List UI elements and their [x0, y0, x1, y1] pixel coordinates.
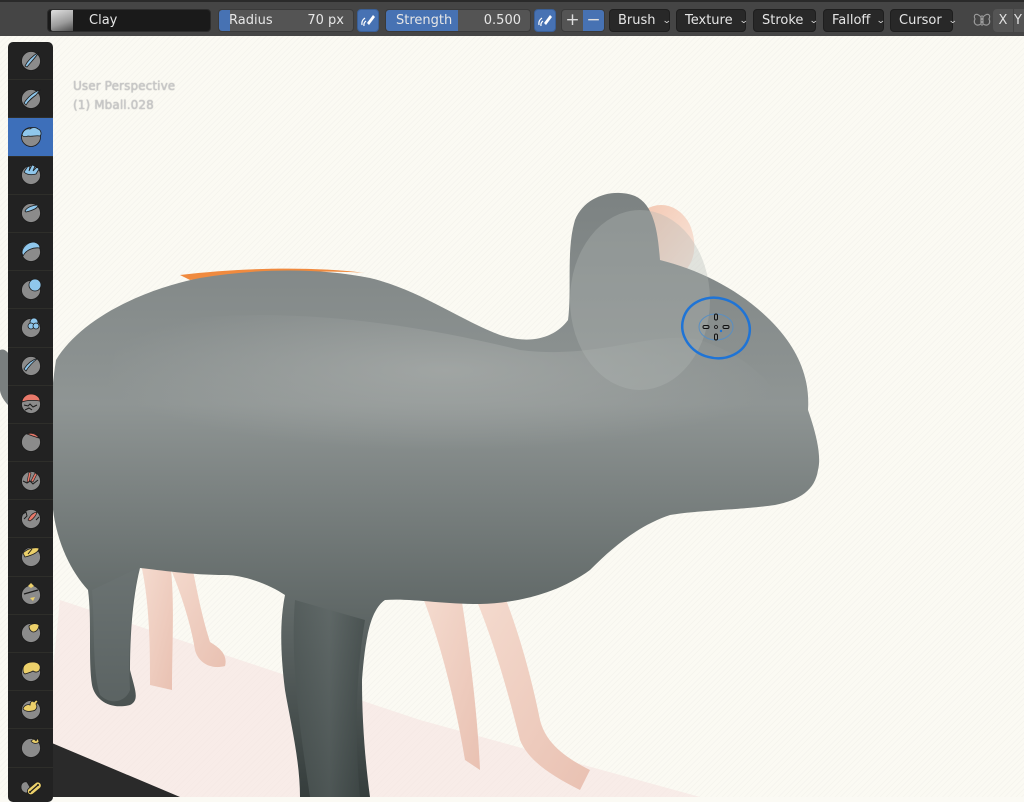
- menu-brush[interactable]: Brush ⌄: [609, 9, 672, 32]
- snake-hook-brush-icon: [20, 699, 41, 720]
- 3d-viewport[interactable]: User Perspective (1) Mball.028: [0, 36, 1024, 797]
- thumb-brush-icon: [20, 737, 41, 758]
- clay-thumb-brush-icon: [20, 203, 41, 224]
- pen-pressure-icon: [361, 14, 375, 26]
- tool-scrape[interactable]: [8, 500, 53, 539]
- head-highlight: [570, 210, 710, 390]
- viewport-scene: [0, 192, 820, 797]
- tool-thumb[interactable]: [8, 729, 53, 768]
- chevron-down-icon: ⌄: [738, 15, 749, 26]
- radius-value: 70 px: [307, 13, 344, 28]
- tool-clay-strips[interactable]: [8, 157, 53, 195]
- butterfly-symmetry-icon: [973, 13, 991, 27]
- direction-subtract-button[interactable]: −: [583, 10, 604, 31]
- layer-brush-icon: [20, 241, 41, 262]
- draw-brush-icon: [20, 50, 41, 71]
- radius-slider[interactable]: Radius 70 px: [218, 9, 354, 32]
- tool-snake-hook[interactable]: [8, 691, 53, 730]
- chevron-down-icon: ⌄: [809, 15, 820, 26]
- active-object-label: (1) Mball.028: [73, 98, 154, 112]
- chevron-down-icon: ⌄: [876, 15, 887, 26]
- tool-draw[interactable]: [8, 42, 53, 81]
- multiplane-scrape-brush-icon: [20, 547, 41, 567]
- menu-label: Stroke: [762, 13, 804, 28]
- smooth-brush-icon: [20, 393, 41, 415]
- tool-draw-sharp[interactable]: [8, 80, 53, 119]
- clay-brush-icon: [20, 127, 41, 147]
- tool-elastic-deform[interactable]: [8, 653, 53, 692]
- brush-thumbnail-icon: [51, 10, 73, 31]
- strength-value: 0.500: [483, 13, 521, 28]
- crease-brush-icon: [20, 356, 41, 376]
- tool-fill[interactable]: [8, 462, 53, 501]
- elastic-deform-brush-icon: [20, 661, 41, 682]
- menu-label: Cursor: [899, 13, 942, 28]
- sculpt-toolbar: [8, 42, 53, 802]
- menu-stroke[interactable]: Stroke ⌄: [753, 9, 820, 32]
- grab-brush-icon: [20, 623, 41, 644]
- tool-header: Clay Radius 70 px Strength 0.500 + − Bru…: [0, 0, 1024, 36]
- pen-pressure-icon: [538, 14, 552, 26]
- chevron-down-icon: ⌄: [661, 15, 672, 26]
- menu-texture[interactable]: Texture ⌄: [676, 9, 749, 32]
- blob-brush-icon: [20, 317, 41, 338]
- strength-slider[interactable]: Strength 0.500: [385, 9, 531, 32]
- tool-crease[interactable]: [8, 348, 53, 386]
- direction-toggle: + −: [561, 9, 605, 32]
- pinch-brush-icon: [20, 583, 41, 606]
- flatten-brush-icon: [20, 432, 41, 453]
- fill-brush-icon: [20, 470, 41, 491]
- tool-pinch[interactable]: [8, 577, 53, 615]
- tool-inflate[interactable]: [8, 271, 53, 310]
- menu-falloff[interactable]: Falloff ⌄: [823, 9, 887, 32]
- menu-label: Falloff: [832, 13, 871, 28]
- scrape-brush-icon: [20, 508, 41, 529]
- symmetry-axis-y-toggle[interactable]: Y: [1014, 9, 1024, 32]
- menu-label: Texture: [685, 13, 733, 28]
- inflate-brush-icon: [20, 278, 41, 300]
- draw-sharp-brush-icon: [20, 88, 41, 109]
- strength-label: Strength: [396, 13, 453, 28]
- floor-shadow: [40, 600, 700, 797]
- strength-pressure-button[interactable]: [534, 9, 556, 32]
- symmetry-axis-x-toggle[interactable]: X: [993, 9, 1013, 32]
- radius-pressure-button[interactable]: [357, 9, 379, 32]
- tool-clay-thumb[interactable]: [8, 195, 53, 233]
- view-perspective-label: User Perspective: [73, 79, 176, 93]
- tool-smooth[interactable]: [8, 386, 53, 424]
- tool-clay[interactable]: [8, 118, 53, 157]
- radius-label: Radius: [229, 13, 273, 28]
- brush-selector[interactable]: Clay: [47, 9, 211, 32]
- direction-add-button[interactable]: +: [562, 10, 583, 31]
- menu-label: Brush: [618, 13, 656, 28]
- tool-multiplane-scrape[interactable]: [8, 538, 53, 577]
- tool-layer[interactable]: [8, 233, 53, 272]
- brush-name: Clay: [89, 13, 118, 28]
- menu-cursor[interactable]: Cursor ⌄: [890, 9, 957, 32]
- pose-brush-icon: [20, 781, 42, 796]
- tool-flatten[interactable]: [8, 424, 53, 463]
- clay-strips-brush-icon: [20, 164, 41, 186]
- tool-grab[interactable]: [8, 615, 53, 653]
- tool-blob[interactable]: [8, 309, 53, 348]
- chevron-down-icon: ⌄: [947, 15, 958, 26]
